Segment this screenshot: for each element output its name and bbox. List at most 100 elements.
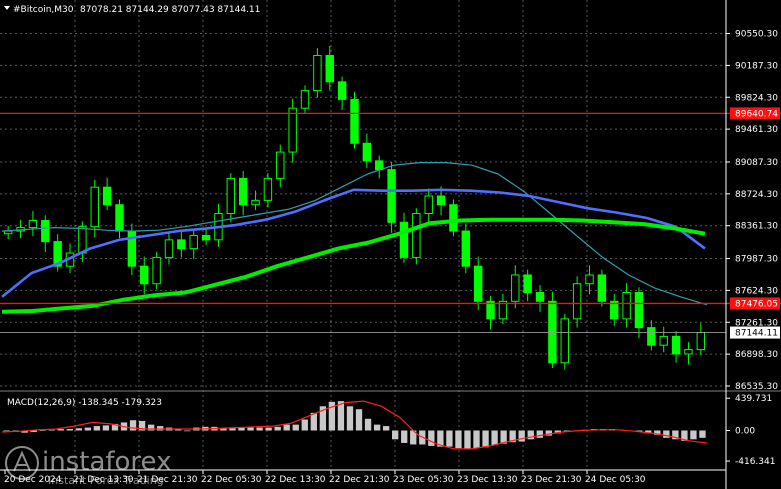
candle-body — [548, 300, 557, 364]
price-tick-label: 88361.30 — [735, 222, 778, 232]
macd-histogram-bar — [536, 430, 543, 438]
candle-body — [115, 204, 124, 232]
macd-histogram-bar — [75, 428, 82, 431]
time-tick-label: 24 Dec 05:30 — [585, 475, 646, 485]
candle-body — [189, 234, 198, 250]
candle-body — [152, 256, 161, 285]
macd-histogram-bar — [256, 427, 263, 431]
macd-histogram-bar — [364, 418, 372, 431]
price-tick-label: 86535.30 — [735, 382, 778, 392]
candle-body — [201, 234, 211, 241]
time-tick-label: 22 Dec 05:30 — [201, 475, 262, 485]
macd-histogram-bar — [663, 430, 670, 438]
macd-histogram-bar — [392, 430, 399, 440]
candle-body — [350, 98, 359, 144]
macd-histogram-bar — [518, 430, 525, 442]
candle-body — [3, 230, 13, 235]
candle-body — [375, 160, 384, 171]
macd-histogram-bar — [310, 412, 317, 431]
candle-body — [288, 107, 297, 153]
candle-body — [412, 213, 421, 258]
time-tick-label: 22 Dec 21:30 — [329, 475, 390, 485]
macd-histogram-bar — [147, 424, 155, 431]
macd-histogram-bar — [184, 430, 191, 432]
candle-body — [362, 142, 372, 162]
candle-body — [399, 221, 409, 258]
macd-histogram-bar — [66, 429, 73, 431]
candle-body — [300, 90, 310, 109]
macd-histogram-bar — [84, 427, 92, 431]
macd-histogram-bar — [337, 401, 345, 431]
symbol-label: #Bitcoin,M30 — [13, 5, 74, 15]
macd-histogram-bar — [382, 426, 390, 431]
candle-body — [424, 195, 433, 215]
candle-body — [436, 195, 446, 206]
price-tick-label: 87624.30 — [735, 286, 778, 296]
time-tick-label: 20 Dec 2024 — [4, 475, 62, 485]
macd-histogram-bar — [93, 426, 101, 431]
time-tick-label: 23 Dec 21:30 — [521, 475, 582, 485]
candle-body — [449, 204, 458, 232]
macd-tick-label: 0.00 — [735, 427, 755, 437]
candle-body — [461, 230, 471, 267]
candle-body — [634, 292, 644, 329]
price-tick-label: 86898.30 — [735, 350, 778, 360]
macd-histogram-bar — [464, 430, 471, 449]
macd-histogram-bar — [699, 430, 706, 438]
macd-tick-label: -416.341 — [735, 457, 775, 467]
chart-canvas[interactable]: instaforexInstant Forex Trading 89640.74… — [0, 0, 781, 489]
macd-histogram-bar — [690, 430, 697, 440]
candle-body — [671, 335, 681, 355]
price-tick-label: 90550.30 — [735, 30, 778, 40]
macd-histogram-bar — [373, 424, 381, 431]
price-tick-label: 89087.30 — [735, 158, 778, 168]
macd-histogram-bar — [355, 409, 363, 431]
macd-histogram-bar — [39, 430, 46, 431]
time-tick-label: 22 Dec 13:30 — [265, 475, 326, 485]
macd-histogram-bar — [265, 427, 272, 431]
candle-body — [276, 151, 285, 179]
price-tick-label: 89461.30 — [735, 125, 778, 135]
candle-body — [226, 177, 236, 215]
candle-body — [164, 239, 174, 258]
macd-histogram-bar — [401, 430, 408, 443]
candle-body — [647, 327, 656, 346]
macd-histogram-bar — [446, 430, 453, 447]
current-price-label: 87144.11 — [735, 329, 778, 339]
price-tick-label: 88724.30 — [735, 190, 778, 200]
candle-body — [387, 169, 396, 223]
price-tick-label: 87987.30 — [735, 255, 778, 265]
candle-body — [659, 335, 668, 346]
background — [0, 0, 781, 489]
macd-histogram-bar — [292, 424, 299, 431]
candle-body — [523, 274, 532, 294]
macd-histogram-bar — [229, 428, 236, 431]
candle-body — [337, 81, 347, 100]
candle-body — [325, 55, 334, 83]
candle-body — [511, 274, 520, 302]
candle-body — [102, 186, 112, 206]
candle-body — [313, 55, 322, 92]
candle-body — [238, 177, 248, 206]
macd-histogram-bar — [57, 429, 64, 431]
price-tick-label: 87261.30 — [735, 318, 778, 328]
macd-histogram-bar — [247, 427, 254, 431]
candle-body — [597, 274, 607, 302]
candle-body — [251, 199, 260, 206]
time-tick-label: 21 Dec 21:30 — [137, 475, 198, 485]
candle-body — [473, 265, 483, 302]
candle-body — [263, 177, 273, 201]
macd-histogram-bar — [473, 430, 480, 449]
time-tick-label: 23 Dec 13:30 — [457, 475, 518, 485]
candle-body — [696, 332, 706, 351]
macd-histogram-bar — [157, 426, 164, 431]
macd-histogram-bar — [129, 420, 137, 431]
candle-body — [622, 292, 631, 320]
macd-tick-label: 439.731 — [735, 394, 772, 404]
candle-body — [28, 220, 38, 229]
candle-body — [90, 186, 99, 228]
candle-body — [560, 318, 569, 364]
candle-body — [585, 274, 594, 285]
macd-histogram-bar — [428, 430, 435, 446]
candle-body — [572, 283, 582, 320]
